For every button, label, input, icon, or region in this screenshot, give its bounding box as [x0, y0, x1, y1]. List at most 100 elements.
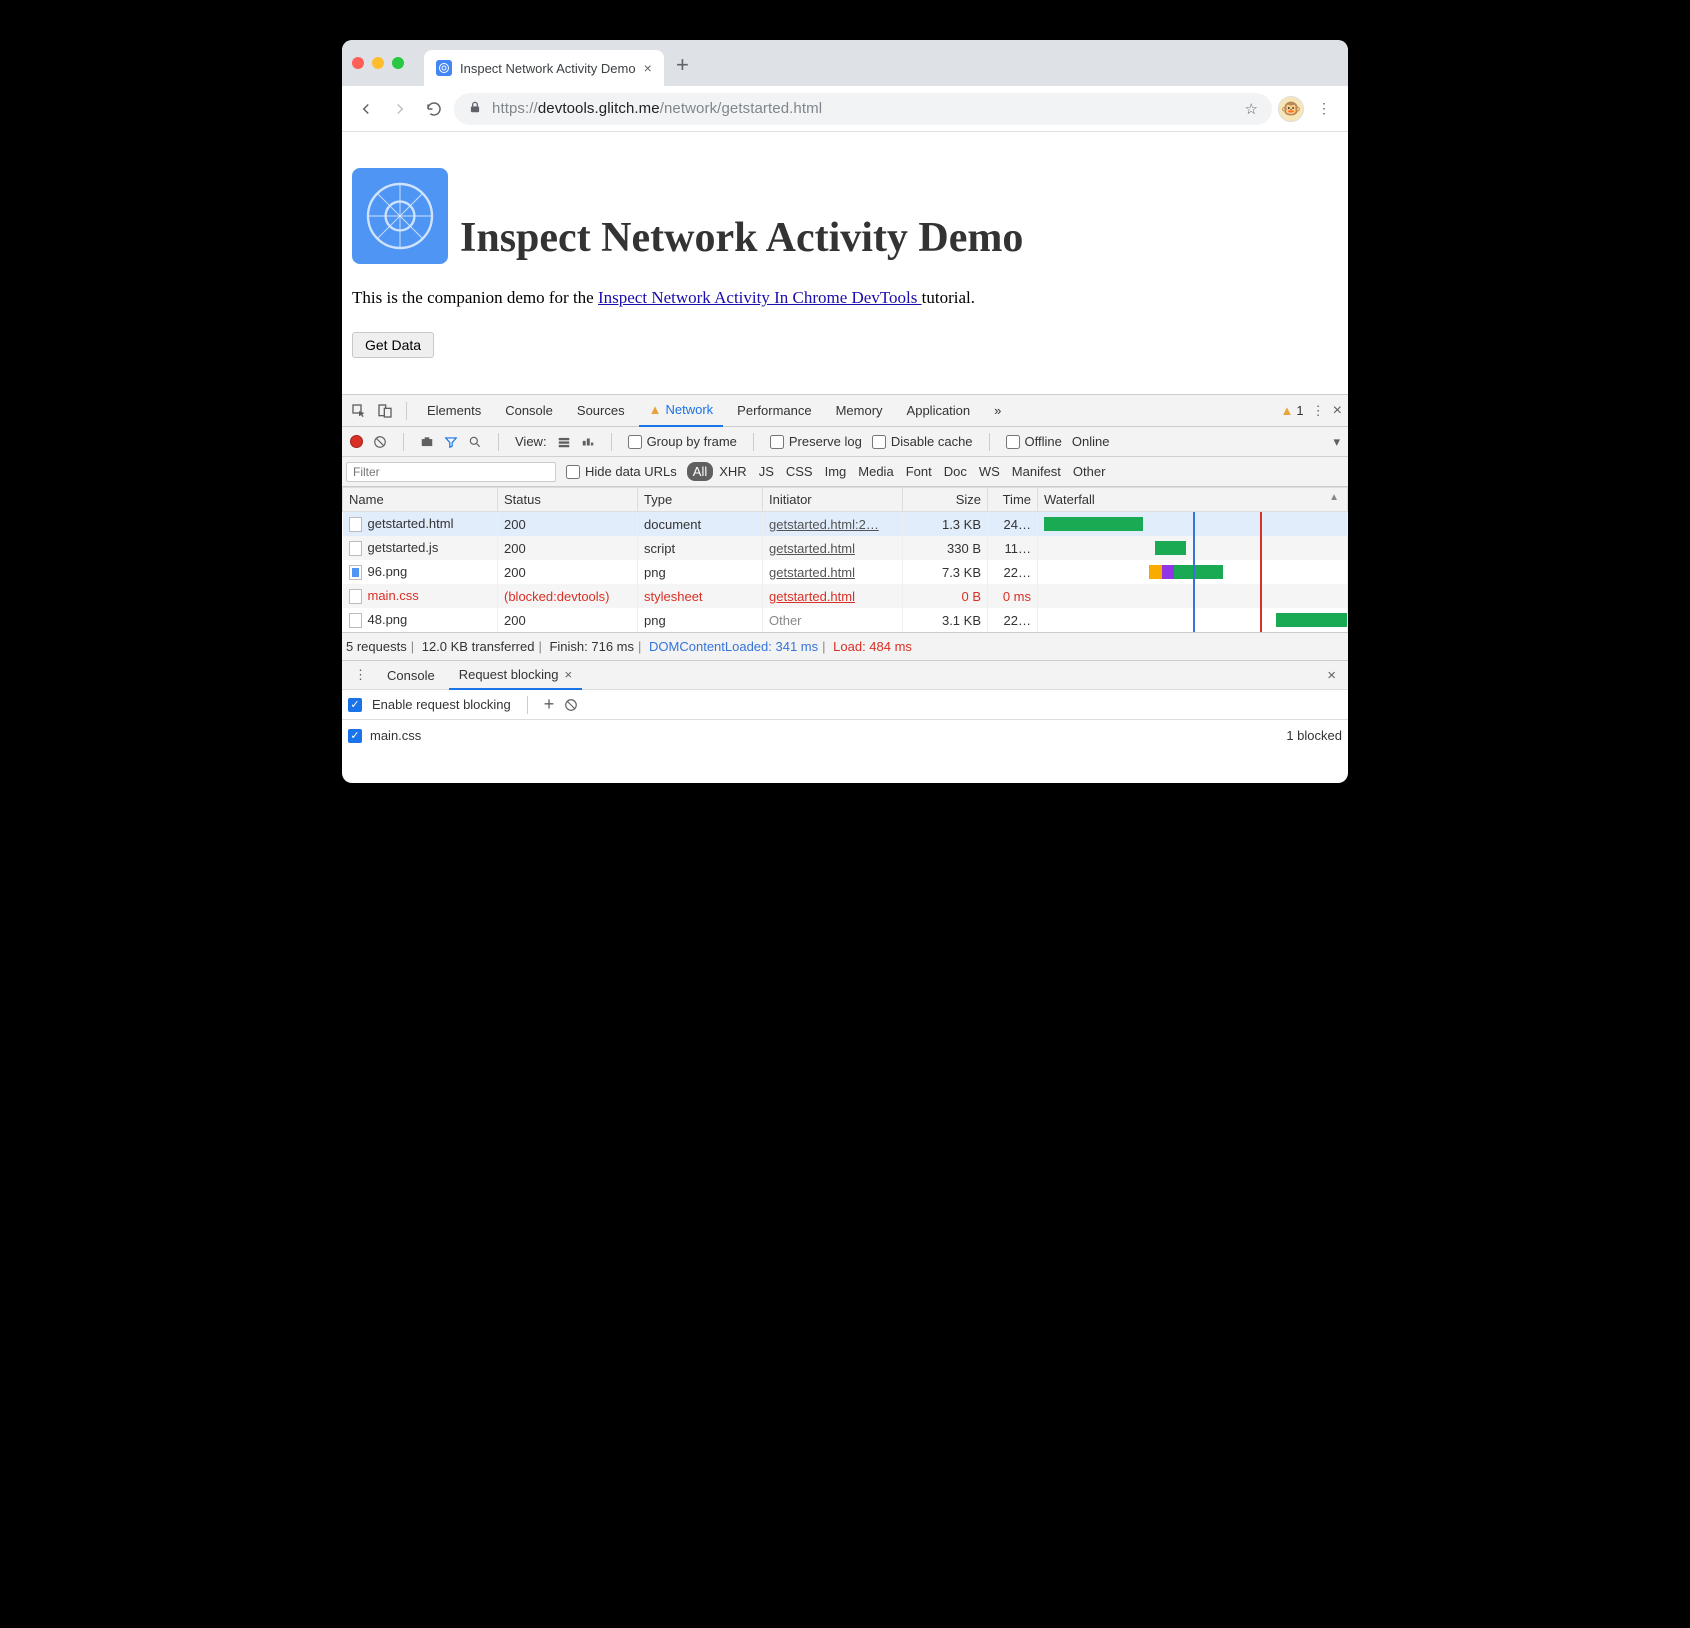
- col-type[interactable]: Type: [638, 488, 763, 512]
- drawer-close-icon[interactable]: ×: [1327, 667, 1342, 684]
- col-status[interactable]: Status: [498, 488, 638, 512]
- throttling-select[interactable]: Online: [1072, 434, 1110, 449]
- profile-avatar[interactable]: 🐵: [1278, 96, 1304, 122]
- page-content: Inspect Network Activity Demo This is th…: [342, 132, 1348, 394]
- col-name[interactable]: Name: [343, 488, 498, 512]
- overview-icon[interactable]: [581, 435, 595, 449]
- devtools-close-icon[interactable]: ×: [1333, 402, 1342, 420]
- col-waterfall[interactable]: Waterfall▲: [1038, 488, 1348, 512]
- devtools-favicon-icon: [436, 60, 452, 76]
- table-row[interactable]: 48.png200pngOther3.1 KB22…: [343, 608, 1348, 632]
- table-header-row: Name Status Type Initiator Size Time Wat…: [343, 488, 1348, 512]
- chrome-tabbar: Inspect Network Activity Demo × +: [342, 40, 1348, 86]
- col-initiator[interactable]: Initiator: [763, 488, 903, 512]
- tutorial-link[interactable]: Inspect Network Activity In Chrome DevTo…: [598, 288, 922, 307]
- panel-tab-sources[interactable]: Sources: [567, 395, 635, 427]
- close-window-icon[interactable]: [352, 57, 364, 69]
- panel-tab-performance[interactable]: Performance: [727, 395, 821, 427]
- maximize-window-icon[interactable]: [392, 57, 404, 69]
- network-requests-table: Name Status Type Initiator Size Time Wat…: [342, 487, 1348, 632]
- panel-tab-network[interactable]: ▲Network: [639, 395, 724, 427]
- record-button[interactable]: [350, 435, 363, 448]
- network-summary: 5 requests| 12.0 KB transferred| Finish:…: [342, 632, 1348, 660]
- close-drawer-tab-icon[interactable]: ×: [564, 667, 572, 682]
- filter-input[interactable]: [346, 462, 556, 482]
- table-row[interactable]: getstarted.html200documentgetstarted.htm…: [343, 512, 1348, 537]
- forward-button[interactable]: [386, 95, 414, 123]
- table-row[interactable]: 96.png200pnggetstarted.html7.3 KB22…: [343, 560, 1348, 584]
- drawer-tab-console[interactable]: Console: [377, 660, 445, 690]
- close-tab-icon[interactable]: ×: [644, 60, 652, 76]
- file-icon: [349, 613, 362, 628]
- minimize-window-icon[interactable]: [372, 57, 384, 69]
- throttling-dropdown-icon[interactable]: ▾: [1333, 434, 1340, 450]
- offline-checkbox[interactable]: Offline: [1006, 434, 1062, 449]
- screenshot-icon[interactable]: [420, 435, 434, 449]
- type-filter-all[interactable]: All: [687, 462, 713, 481]
- table-row[interactable]: main.css(blocked:devtools)stylesheetgets…: [343, 584, 1348, 608]
- type-filter-js[interactable]: JS: [753, 462, 780, 481]
- col-time[interactable]: Time: [988, 488, 1038, 512]
- pattern-checkbox[interactable]: ✓: [348, 729, 362, 743]
- group-by-frame-checkbox[interactable]: Group by frame: [628, 434, 737, 449]
- panel-tab-application[interactable]: Application: [897, 395, 981, 427]
- large-rows-icon[interactable]: [557, 435, 571, 449]
- enable-request-blocking-checkbox[interactable]: ✓: [348, 698, 362, 712]
- window-controls: [352, 57, 404, 69]
- panel-tab-console[interactable]: Console: [495, 395, 563, 427]
- chrome-menu-button[interactable]: ⋮: [1310, 95, 1338, 123]
- initiator-link[interactable]: getstarted.html: [769, 565, 855, 580]
- get-data-button[interactable]: Get Data: [352, 332, 434, 358]
- bookmark-star-icon[interactable]: ☆: [1245, 100, 1258, 118]
- file-icon: [349, 541, 362, 556]
- type-filter-css[interactable]: CSS: [780, 462, 819, 481]
- remove-all-patterns-icon[interactable]: [564, 698, 578, 712]
- devtools-settings-icon[interactable]: ⋮: [1312, 403, 1325, 419]
- type-filter-manifest[interactable]: Manifest: [1006, 462, 1067, 481]
- add-pattern-button[interactable]: +: [544, 694, 555, 715]
- type-filter-xhr[interactable]: XHR: [713, 462, 752, 481]
- type-filter-img[interactable]: Img: [819, 462, 853, 481]
- file-icon: [349, 517, 362, 532]
- tab-title: Inspect Network Activity Demo: [460, 61, 636, 76]
- table-row[interactable]: getstarted.js200scriptgetstarted.html330…: [343, 536, 1348, 560]
- type-filter-ws[interactable]: WS: [973, 462, 1006, 481]
- type-filter-font[interactable]: Font: [900, 462, 938, 481]
- device-toolbar-icon[interactable]: [374, 403, 396, 419]
- pattern-name: main.css: [370, 728, 421, 743]
- disable-cache-checkbox[interactable]: Disable cache: [872, 434, 973, 449]
- pattern-count: 1 blocked: [1286, 728, 1342, 743]
- clear-icon[interactable]: [373, 435, 387, 449]
- initiator-link[interactable]: getstarted.html:2…: [769, 517, 879, 532]
- network-filter-bar: Hide data URLs AllXHRJSCSSImgMediaFontDo…: [342, 457, 1348, 487]
- lock-icon: [468, 100, 482, 118]
- warnings-badge[interactable]: ▲1: [1281, 403, 1304, 418]
- drawer-tabs: ⋮ Console Request blocking× ×: [342, 660, 1348, 690]
- request-blocking-toolbar: ✓ Enable request blocking +: [342, 690, 1348, 720]
- filter-icon[interactable]: [444, 435, 458, 449]
- reload-button[interactable]: [420, 95, 448, 123]
- initiator-link[interactable]: getstarted.html: [769, 541, 855, 556]
- panel-overflow-button[interactable]: »: [984, 395, 1011, 427]
- initiator-link[interactable]: getstarted.html: [769, 589, 855, 604]
- col-size[interactable]: Size: [903, 488, 988, 512]
- blocked-pattern-list: ✓ main.css 1 blocked: [342, 720, 1348, 783]
- browser-tab[interactable]: Inspect Network Activity Demo ×: [424, 50, 664, 86]
- drawer-tab-request-blocking[interactable]: Request blocking×: [449, 660, 582, 690]
- view-label: View:: [515, 434, 547, 449]
- back-button[interactable]: [352, 95, 380, 123]
- type-filter-doc[interactable]: Doc: [938, 462, 973, 481]
- panel-tab-memory[interactable]: Memory: [826, 395, 893, 427]
- inspect-element-icon[interactable]: [348, 403, 370, 419]
- type-filter-other[interactable]: Other: [1067, 462, 1112, 481]
- search-icon[interactable]: [468, 435, 482, 449]
- panel-tab-elements[interactable]: Elements: [417, 395, 491, 427]
- url-field[interactable]: https://devtools.glitch.me/network/getst…: [454, 93, 1272, 125]
- preserve-log-checkbox[interactable]: Preserve log: [770, 434, 862, 449]
- hide-data-urls-checkbox[interactable]: Hide data URLs: [566, 464, 677, 479]
- blocked-pattern-row[interactable]: ✓ main.css 1 blocked: [348, 728, 1342, 743]
- new-tab-button[interactable]: +: [676, 52, 689, 78]
- type-filter-media[interactable]: Media: [852, 462, 899, 481]
- drawer-menu-icon[interactable]: ⋮: [348, 667, 373, 683]
- url-text: https://devtools.glitch.me/network/getst…: [492, 100, 822, 117]
